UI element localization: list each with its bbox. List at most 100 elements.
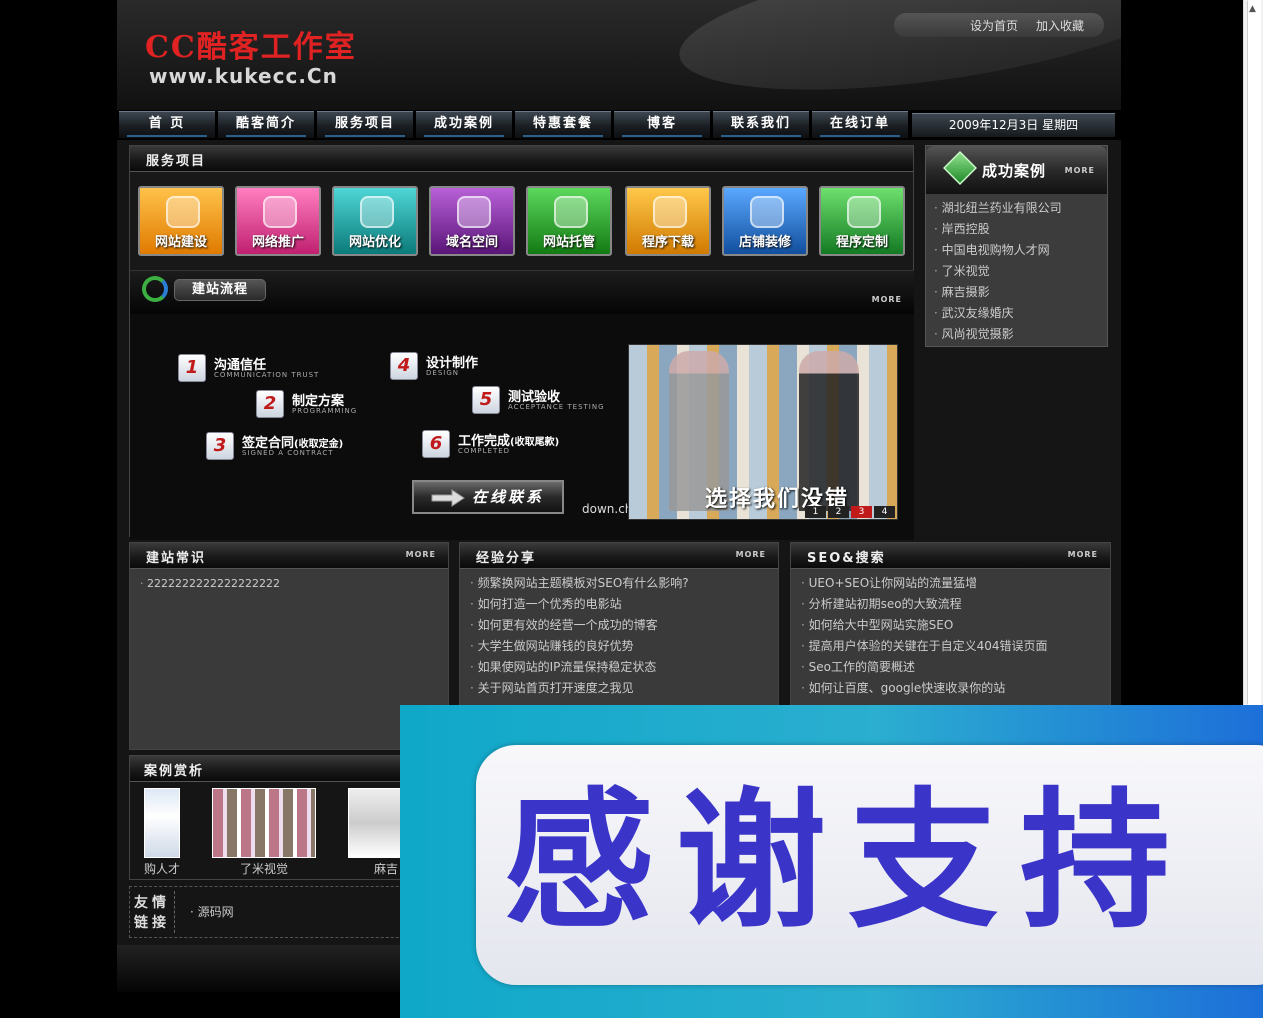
slideshow-pager: 1 2 3 4 [805, 506, 895, 518]
nav-services[interactable]: 服务项目 [317, 111, 413, 138]
step-number: 1 [178, 354, 206, 382]
pager-4[interactable]: 4 [874, 506, 895, 518]
nav-cases[interactable]: 成功案例 [416, 111, 512, 138]
refresh-cycle-icon [142, 276, 168, 302]
showcase-thumb[interactable] [212, 788, 316, 858]
showcase-thumb[interactable] [144, 788, 180, 858]
showcase-title: 案例赏析 [144, 764, 205, 779]
services-header: 服务项目 [130, 146, 913, 172]
list-item[interactable]: 如何更有效的经营一个成功的博客 [470, 615, 772, 636]
main-nav: 首 页 酷客简介 服务项目 成功案例 特惠套餐 博客 联系我们 在线订单 200… [117, 110, 1121, 140]
cases-title: 成功案例 [982, 162, 1047, 180]
top-links: 设为首页 加入收藏 [894, 13, 1104, 37]
experience-more-link[interactable]: MORE [736, 550, 766, 559]
pager-2[interactable]: 2 [828, 506, 849, 518]
cases-list: 湖北纽兰药业有限公司 岸西控股 中国电视购物人才网 了米视觉 麻吉摄影 武汉友缘… [934, 198, 1101, 345]
list-item[interactable]: 2222222222222222222 [140, 573, 442, 594]
cases-panel: 成功案例 MORE 湖北纽兰药业有限公司 岸西控股 中国电视购物人才网 了米视觉… [925, 145, 1108, 347]
knowledge-more-link[interactable]: MORE [406, 550, 436, 559]
nav-order[interactable]: 在线订单 [812, 111, 908, 138]
list-item[interactable]: 武汉友缘婚庆 [934, 303, 1101, 324]
list-item[interactable]: 分析建站初期seo的大致流程 [801, 594, 1104, 615]
flow-more-link[interactable]: MORE [872, 295, 902, 304]
service-web-build[interactable]: 网站建设 [138, 186, 224, 256]
step-number: 3 [206, 432, 234, 460]
step-en: COMMUNICATION TRUST [214, 371, 320, 379]
nav-contact[interactable]: 联系我们 [713, 111, 809, 138]
list-item[interactable]: 中国电视购物人才网 [934, 240, 1101, 261]
seo-header: SEO&搜索 MORE [791, 543, 1110, 569]
banner-slideshow[interactable]: 选择我们没错 1 2 3 4 [628, 344, 898, 520]
experience-header: 经验分享 MORE [460, 543, 778, 569]
pager-3[interactable]: 3 [851, 506, 872, 518]
showcase-thumb[interactable] [348, 788, 408, 858]
list-item[interactable]: 如何让百度、google快速收录你的站 [801, 678, 1104, 699]
step-en: COMPLETED [458, 447, 511, 455]
list-item[interactable]: 如何给大中型网站实施SEO [801, 615, 1104, 636]
gear-icon [847, 196, 881, 228]
friend-link[interactable]: · 源码网 [190, 903, 234, 920]
flow-title: 建站流程 [174, 279, 266, 301]
list-item[interactable]: 大学生做网站赚钱的良好优势 [470, 636, 772, 657]
nav-home[interactable]: 首 页 [119, 111, 215, 138]
list-item[interactable]: 风尚视觉摄影 [934, 324, 1101, 345]
nav-about[interactable]: 酷客简介 [218, 111, 314, 138]
list-item[interactable]: 关于网站首页打开速度之我见 [470, 678, 772, 699]
service-managed[interactable]: 网站托管 [526, 186, 612, 256]
nav-blog[interactable]: 博客 [614, 111, 710, 138]
list-item[interactable]: 频繁换网站主题模板对SEO有什么影响? [470, 573, 772, 594]
service-label: 店铺装修 [738, 235, 791, 250]
arrow-right-icon [431, 489, 465, 507]
list-item[interactable]: 如果使网站的IP流量保持稳定状态 [470, 657, 772, 678]
list-item[interactable]: UEO+SEO让你网站的流量猛增 [801, 573, 1104, 594]
service-download[interactable]: 程序下载 [625, 186, 711, 256]
service-shop-decor[interactable]: 店铺装修 [722, 186, 808, 256]
showcase-label[interactable]: 麻吉 [374, 860, 398, 877]
experience-panel: 经验分享 MORE 频繁换网站主题模板对SEO有什么影响? 如何打造一个优秀的电… [459, 542, 779, 710]
scrollbar-thumb[interactable] [1247, 0, 1261, 705]
service-label: 网络推广 [251, 235, 304, 250]
nav-packages[interactable]: 特惠套餐 [515, 111, 611, 138]
service-custom[interactable]: 程序定制 [819, 186, 905, 256]
pager-1[interactable]: 1 [805, 506, 826, 518]
service-label: 网站建设 [154, 235, 207, 250]
step-number: 5 [472, 386, 500, 414]
experience-list: 频繁换网站主题模板对SEO有什么影响? 如何打造一个优秀的电影站 如何更有效的经… [470, 573, 772, 699]
list-item[interactable]: 了米视觉 [934, 261, 1101, 282]
list-item[interactable]: 麻吉摄影 [934, 282, 1101, 303]
set-homepage-link[interactable]: 设为首页 [970, 17, 1018, 34]
list-item[interactable]: 岸西控股 [934, 219, 1101, 240]
experience-title: 经验分享 [476, 551, 537, 566]
current-date: 2009年12月3日 星期四 [912, 113, 1115, 137]
list-item[interactable]: Seo工作的简要概述 [801, 657, 1104, 678]
friend-links-label: 友情链接 [134, 895, 170, 931]
list-item[interactable]: 湖北纽兰药业有限公司 [934, 198, 1101, 219]
folder-icon [263, 196, 297, 228]
cases-more-link[interactable]: MORE [1065, 166, 1095, 175]
service-label: 程序下载 [641, 235, 694, 250]
scroll-up-icon[interactable]: ▲ [1249, 4, 1256, 14]
pie-icon [457, 196, 491, 228]
book-icon [554, 196, 588, 228]
overlay-text: 感谢支持 [504, 775, 1193, 949]
service-promotion[interactable]: 网络推广 [235, 186, 321, 256]
add-favorite-link[interactable]: 加入收藏 [1036, 17, 1084, 34]
knowledge-title: 建站常识 [146, 551, 207, 566]
step-number: 6 [422, 430, 450, 458]
online-contact-button[interactable]: 在线联系 [412, 480, 564, 514]
gift-icon [750, 196, 784, 228]
service-label: 域名空间 [445, 235, 498, 250]
service-optimization[interactable]: 网站优化 [332, 186, 418, 256]
seo-more-link[interactable]: MORE [1068, 550, 1098, 559]
showcase-label[interactable]: 了米视觉 [240, 860, 288, 877]
logo-url[interactable]: www.kukecc.Cn [149, 64, 338, 88]
showcase-label[interactable]: 购人才 [144, 860, 180, 877]
logo-chinese[interactable]: CC酷客工作室 [145, 22, 357, 66]
service-domain-hosting[interactable]: 域名空间 [429, 186, 515, 256]
seo-title: SEO&搜索 [807, 551, 886, 566]
thanks-overlay: 感谢支持 [400, 705, 1263, 1018]
step-en: ACCEPTANCE TESTING [508, 403, 605, 411]
list-item[interactable]: 提高用户体验的关键在于自定义404错误页面 [801, 636, 1104, 657]
showcase-header: 案例赏析 [130, 756, 428, 782]
list-item[interactable]: 如何打造一个优秀的电影站 [470, 594, 772, 615]
